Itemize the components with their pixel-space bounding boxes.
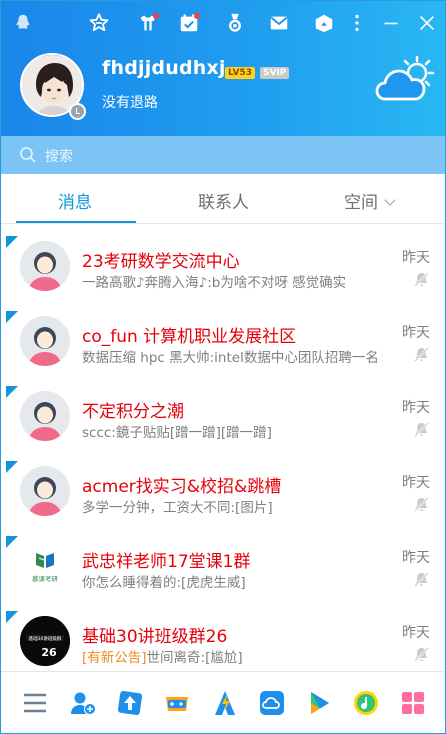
qq-main-window: fhdjjdudhxj LV53 SVIP 没有退路 搜索 消息 联系人 空间 (0, 0, 446, 734)
pinned-corner-marker (6, 236, 18, 248)
pinned-corner-marker (6, 611, 18, 623)
medal-icon[interactable] (223, 11, 247, 35)
level-badge[interactable]: LV53 (225, 67, 255, 79)
last-message: [有新公告]世间离奇:[尴尬] (82, 646, 399, 666)
tab-qzone[interactable]: 空间 (344, 188, 396, 213)
pinned-corner-marker (6, 386, 18, 398)
list-item[interactable]: 23考研数学交流中心 一路高歌♪奔腾入海♪:b为啥不对呀 感觉确实 昨天 (1, 224, 445, 299)
profile-header: fhdjjdudhxj LV53 SVIP 没有退路 (1, 1, 445, 136)
star-icon[interactable] (87, 11, 111, 35)
last-message: 数据压缩 hpc 黑大帅:intel数据中心团队招聘一名 (82, 350, 379, 366)
tab-messages[interactable]: 消息 (58, 188, 92, 213)
chevron-down-icon (384, 194, 396, 206)
mute-bell-icon (414, 497, 429, 512)
list-item[interactable]: co_fun 计算机职业发展社区 数据压缩 hpc 黑大帅:intel数据中心团… (1, 299, 445, 374)
gift-icon[interactable] (136, 11, 160, 35)
minimize-icon[interactable] (379, 11, 403, 35)
bottom-toolbar (1, 671, 445, 733)
list-item[interactable]: acmer找实习&校招&跳槽 多学一分钟，工资大不同:[图片] 昨天 (1, 449, 445, 524)
conversation-list: 23考研数学交流中心 一路高歌♪奔腾入海♪:b为啥不对呀 感觉确实 昨天 co_… (1, 224, 445, 671)
message-time: 昨天 (402, 550, 430, 566)
close-icon[interactable] (415, 11, 439, 35)
book-logo-text: 慕课考研 (32, 574, 59, 583)
conversation-name: 武忠祥老师17堂课1群 (82, 552, 251, 572)
dark-group-avatar[interactable]: 基础30讲班级群 26 (20, 616, 70, 666)
more-icon[interactable] (345, 11, 369, 35)
last-message: 你怎么睡得着的:[虎虎生威] (82, 575, 246, 591)
music-icon[interactable] (350, 687, 382, 719)
list-item[interactable]: 不定积分之潮 sccc:鏡子贴贴[蹭一蹭][蹭一蹭] 昨天 (1, 374, 445, 449)
mute-bell-icon (414, 422, 429, 437)
default-group-avatar[interactable] (20, 241, 70, 291)
qq-logo-icon[interactable] (11, 11, 35, 35)
weather-icon[interactable] (375, 53, 439, 109)
tab-contacts[interactable]: 联系人 (198, 188, 249, 213)
calendar-check-icon[interactable] (177, 11, 201, 35)
message-time: 昨天 (402, 400, 430, 416)
personal-signature[interactable]: 没有退路 (102, 92, 158, 112)
conversation-name: 基础30讲班级群26 (82, 627, 228, 647)
message-time: 昨天 (402, 325, 430, 341)
notification-dot (194, 13, 200, 19)
username[interactable]: fhdjjdudhxj (102, 57, 226, 79)
upload-icon[interactable] (114, 687, 146, 719)
mute-bell-icon (414, 572, 429, 587)
conversation-name: acmer找实习&校招&跳槽 (82, 477, 282, 497)
new-announcement-tag: [有新公告] (82, 650, 147, 666)
last-message: sccc:鏡子贴贴[蹭一蹭][蹭一蹭] (82, 425, 272, 441)
pinned-corner-marker (6, 311, 18, 323)
pinned-corner-marker (6, 461, 18, 473)
online-status-badge[interactable] (69, 103, 86, 120)
conversation-name: 23考研数学交流中心 (82, 252, 240, 272)
message-time: 昨天 (402, 625, 430, 641)
message-time: 昨天 (402, 250, 430, 266)
mail-icon[interactable] (267, 11, 291, 35)
list-item[interactable]: 慕课考研 武忠祥老师17堂课1群 你怎么睡得着的:[虎虎生威] 昨天 (1, 524, 445, 599)
search-bar[interactable]: 搜索 (1, 136, 445, 174)
vip-badge[interactable]: SVIP (260, 67, 290, 79)
conversation-name: 不定积分之潮 (82, 402, 184, 422)
mute-bell-icon (414, 347, 429, 362)
last-message: 一路高歌♪奔腾入海♪:b为啥不对呀 感觉确实 (82, 275, 347, 291)
last-message: 多学一分钟，工资大不同:[图片] (82, 500, 273, 516)
title-bar (1, 1, 445, 45)
cloud-drive-icon[interactable] (256, 687, 288, 719)
search-icon (20, 147, 36, 163)
pinned-corner-marker (6, 536, 18, 548)
apps-icon[interactable] (397, 687, 429, 719)
search-input[interactable]: 搜索 (45, 146, 73, 166)
game-icon[interactable] (161, 687, 193, 719)
default-group-avatar[interactable] (20, 316, 70, 366)
conversation-name: co_fun 计算机职业发展社区 (82, 327, 297, 347)
tab-qzone-label: 空间 (344, 193, 378, 213)
notification-dot (153, 13, 159, 19)
video-icon[interactable] (303, 687, 335, 719)
mute-bell-icon (414, 647, 429, 662)
dark-avatar-number: 26 (41, 646, 57, 659)
box-icon[interactable] (312, 11, 336, 35)
default-group-avatar[interactable] (20, 391, 70, 441)
dark-avatar-sub: 基础30讲班级群 (29, 635, 62, 642)
add-friend-icon[interactable] (67, 687, 99, 719)
active-tab-indicator (16, 221, 136, 223)
list-item[interactable]: 基础30讲班级群 26 基础30讲班级群26 [有新公告]世间离奇:[尴尬] 昨… (1, 599, 445, 671)
book-logo-avatar[interactable]: 慕课考研 (20, 541, 70, 591)
last-message-text: 世间离奇:[尴尬] (146, 650, 243, 666)
default-group-avatar[interactable] (20, 466, 70, 516)
mute-bell-icon (414, 272, 429, 287)
lightning-icon[interactable] (209, 687, 241, 719)
main-tabs: 消息 联系人 空间 (1, 174, 445, 224)
menu-icon[interactable] (19, 687, 51, 719)
message-time: 昨天 (402, 475, 430, 491)
